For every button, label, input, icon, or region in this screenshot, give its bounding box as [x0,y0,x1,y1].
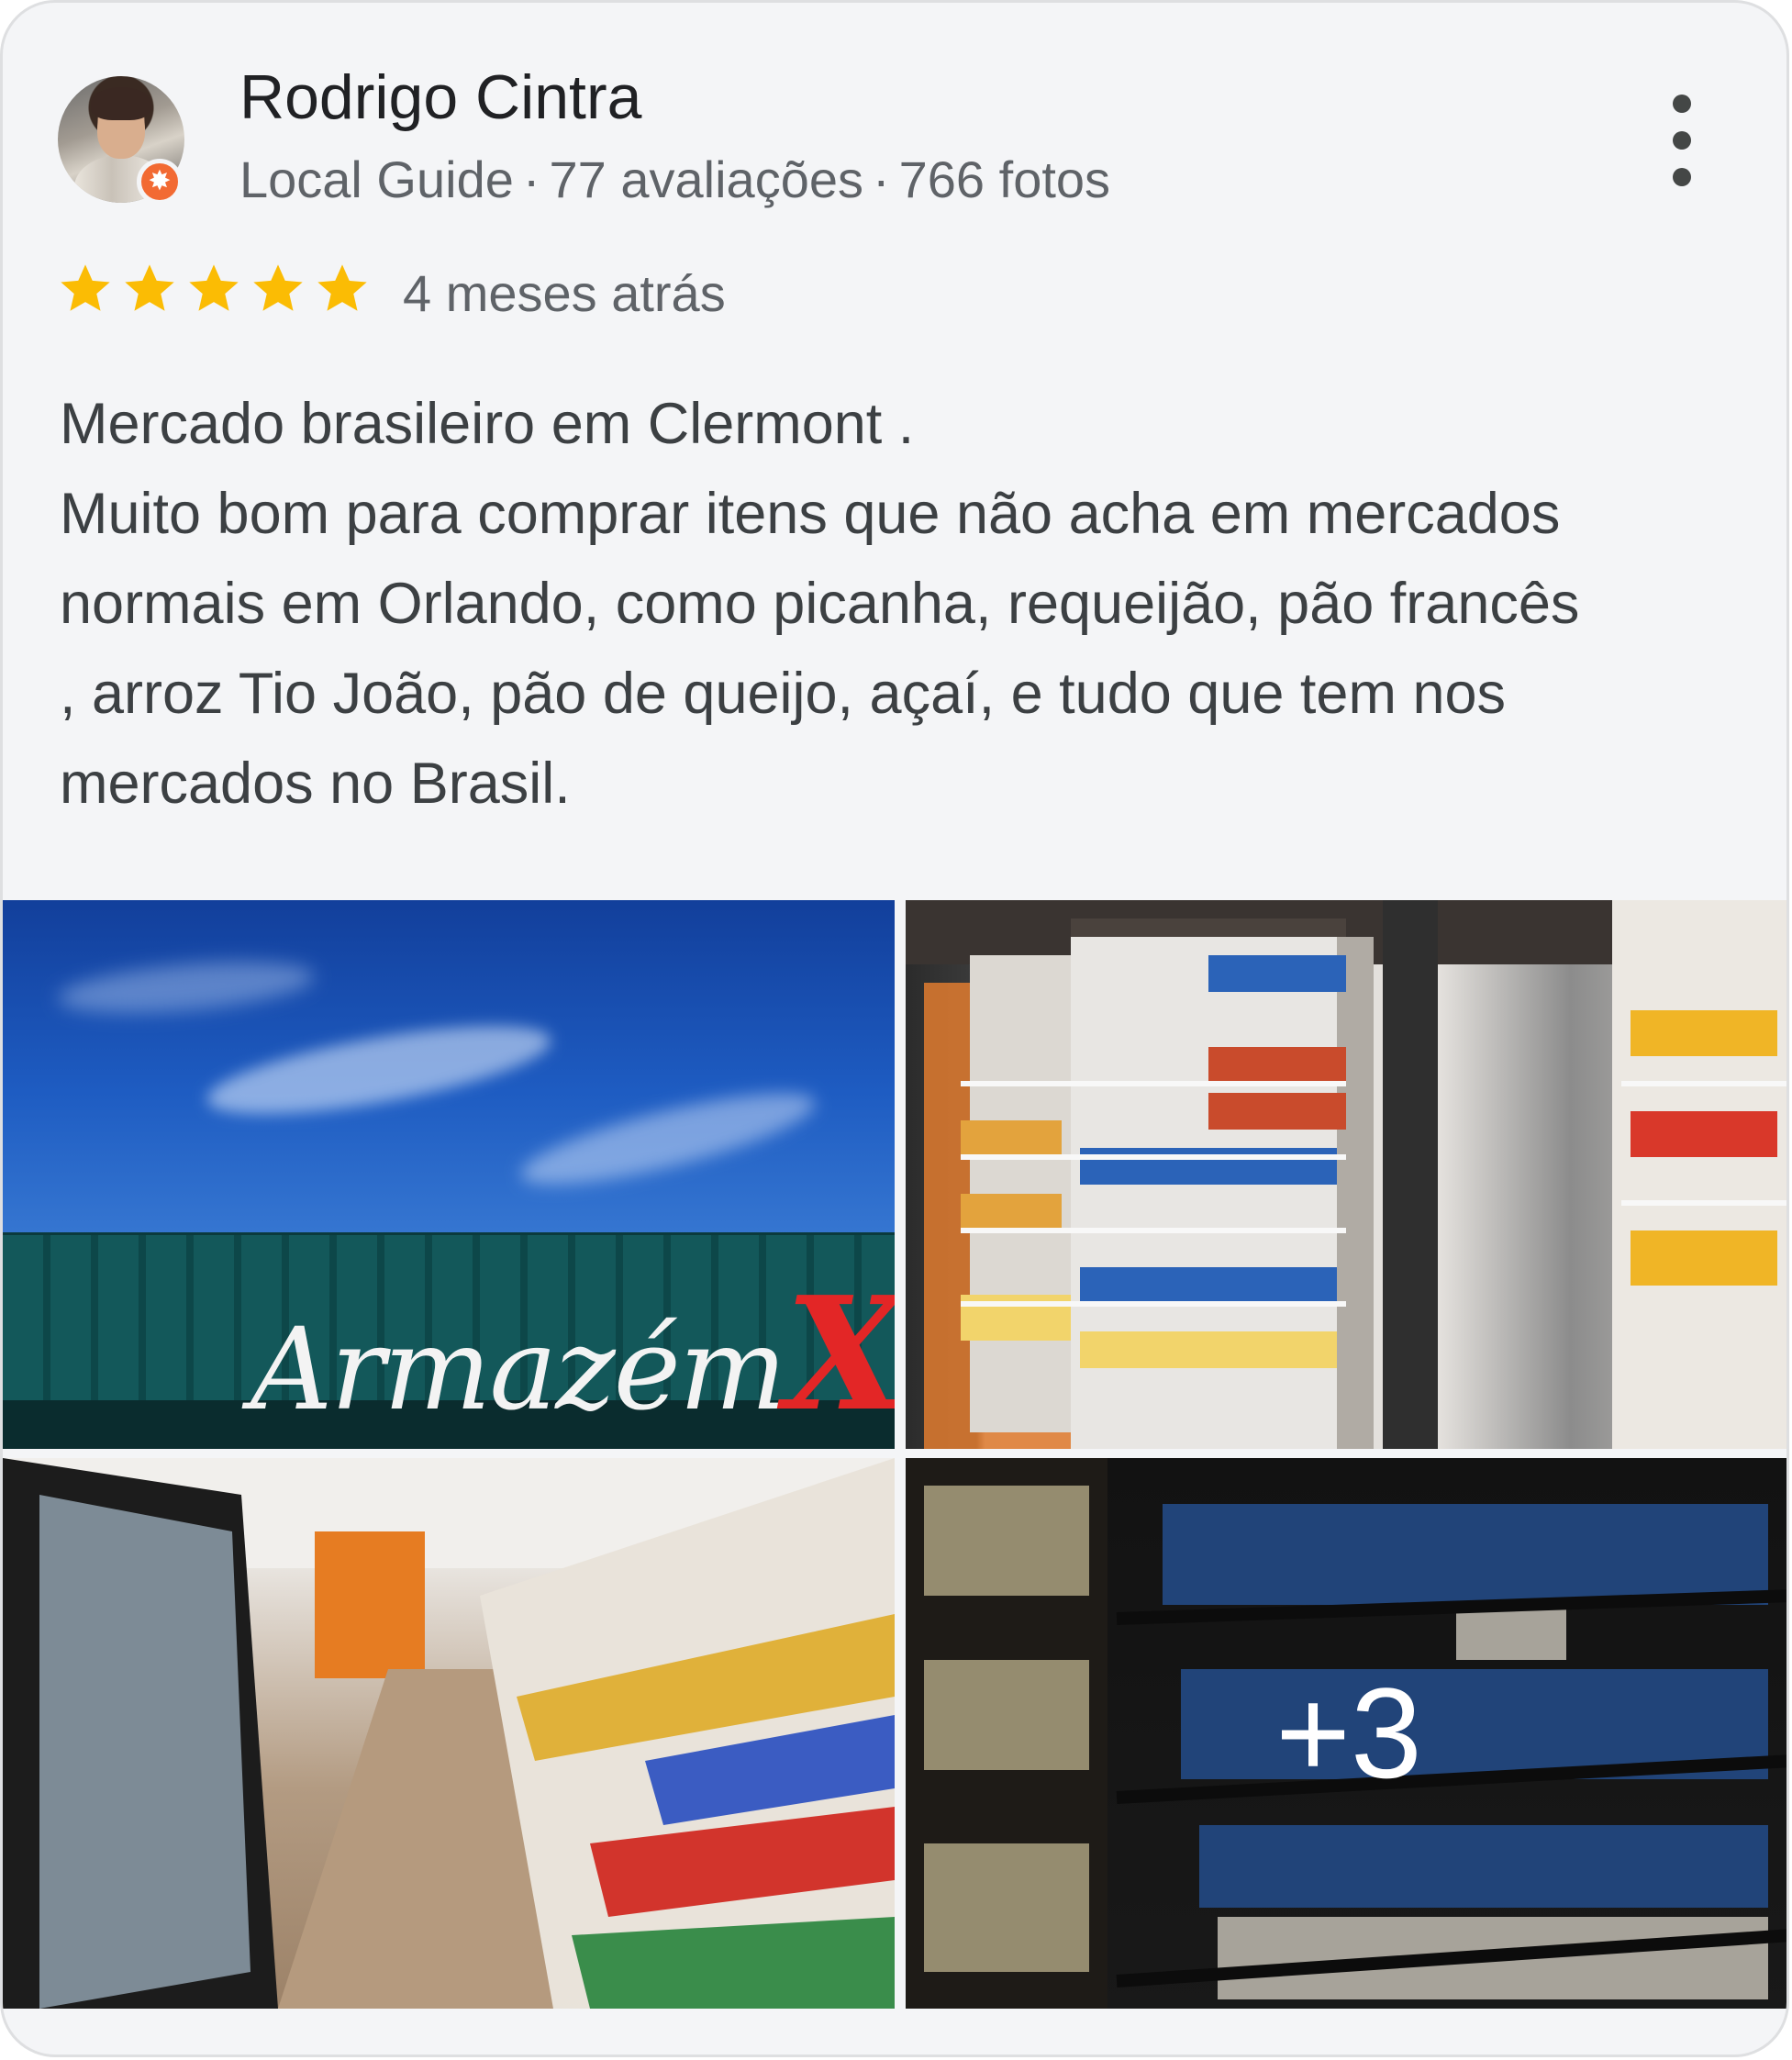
photo-store-aisle[interactable] [3,1458,895,2009]
review-text-line: Mercado brasileiro em Clermont . [60,392,915,456]
review-text-line: Muito bom para comprar itens que não ach… [60,482,1561,546]
photo-refrigerated-shelves[interactable] [906,900,1786,1449]
star-icon [189,264,239,311]
review-card: ✸ Rodrigo Cintra Local Guide · 77 avaliaçõ… [0,0,1789,2057]
reviewer-role: Local Guide [239,150,514,208]
store-sign: ArmazémX [250,1263,895,1446]
photo-storefront[interactable]: ArmazémX [3,900,895,1449]
shelves-graphic [906,900,1786,1449]
review-date: 4 meses atrás [403,264,726,322]
star-icon [317,264,367,311]
meta-separator: · [872,150,890,208]
star-icon [61,264,110,311]
review-text-line: , arroz Tio João, pão de queijo, açaí, e… [60,662,1507,726]
review-text-line: normais em Orlando, como picanha, requei… [60,572,1580,636]
reviewer-review-count: 77 avaliações [549,150,863,208]
more-photos-count: +3 [906,1458,1786,2009]
star-icon [253,264,303,311]
star-icon [125,264,174,311]
meta-separator: · [522,150,540,208]
reviewer-meta: Local Guide · 77 avaliações · 766 fotos [239,150,1110,209]
review-text-line: mercados no Brasil. [60,752,571,816]
star-rating [56,260,372,324]
review-text: Mercado brasileiro em Clermont . Muito b… [60,379,1748,829]
local-guide-badge-icon: ✸ [137,159,183,205]
aisle-graphic [3,1458,895,2009]
more-options-icon[interactable] [1654,95,1709,186]
reviewer-name[interactable]: Rodrigo Cintra [239,61,641,133]
reviewer-photo-count: 766 fotos [898,150,1111,208]
photo-shelves-more[interactable]: +3 [906,1458,1786,2009]
